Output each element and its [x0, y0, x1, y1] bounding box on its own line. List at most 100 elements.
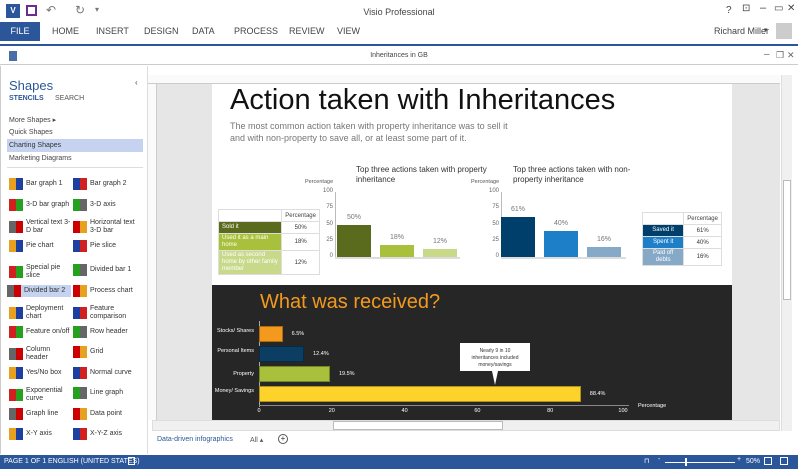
- search-tab[interactable]: SEARCH: [55, 95, 84, 102]
- close-button[interactable]: ✕: [787, 3, 795, 14]
- horizontal-scroll-thumb[interactable]: [333, 421, 503, 430]
- shape-deployment-chart[interactable]: Deployment chart: [9, 305, 73, 321]
- add-page-button[interactable]: +: [278, 434, 288, 444]
- shape-label: Special pie slice: [26, 264, 61, 279]
- language-indicator[interactable]: ENGLISH (UNITED STATES): [48, 458, 140, 465]
- tab-insert[interactable]: INSERT: [96, 26, 129, 36]
- tab-data[interactable]: DATA: [192, 26, 215, 36]
- vertical-scrollbar[interactable]: [781, 75, 792, 431]
- y-tick-label: 0: [495, 253, 499, 259]
- shape-pie-chart[interactable]: Pie chart: [9, 239, 73, 252]
- user-name[interactable]: Richard Miller: [714, 26, 769, 36]
- shape-process-chart[interactable]: Process chart: [73, 284, 137, 297]
- stencils-tab[interactable]: STENCILS: [9, 95, 44, 102]
- stencil-marketing-diagrams[interactable]: Marketing Diagrams: [9, 155, 72, 162]
- minimize-button[interactable]: –: [760, 2, 766, 14]
- shape-line-graph[interactable]: Line graph: [73, 387, 137, 399]
- zoom-slider-thumb[interactable]: [685, 458, 687, 466]
- x-axis-line: [259, 405, 629, 406]
- shape-label: Row header: [90, 327, 128, 335]
- stencil-charting-shapes[interactable]: Charting Shapes: [7, 139, 143, 152]
- tab-process[interactable]: PROCESS: [234, 26, 278, 36]
- data-point-icon: [73, 407, 87, 420]
- shape-exponential-curve[interactable]: Exponential curve: [9, 387, 73, 403]
- shape-graph-line[interactable]: Graph line: [9, 407, 73, 420]
- help-button[interactable]: ?: [726, 5, 732, 16]
- stencil-more-shapes[interactable]: More Shapes ▸: [9, 116, 56, 124]
- shape-x-y-z-axis[interactable]: X-Y-Z axis: [73, 428, 137, 440]
- shape-pie-slice[interactable]: Pie slice: [73, 239, 137, 252]
- chart-title: Top three actions taken with non-propert…: [513, 165, 631, 184]
- page-indicator[interactable]: PAGE 1 OF 1: [4, 458, 46, 465]
- zoom-out-button[interactable]: -: [658, 456, 660, 463]
- user-dropdown-icon[interactable]: ▾: [764, 26, 768, 34]
- x-tick-label: 0: [257, 408, 261, 414]
- shape-3-d-axis[interactable]: 3-D axis: [73, 198, 137, 211]
- tab-home[interactable]: HOME: [52, 26, 79, 36]
- shape-yes-no-box[interactable]: Yes/No box: [9, 366, 73, 379]
- page-heading: Action taken with Inheritances: [230, 84, 616, 116]
- shape-data-point[interactable]: Data point: [73, 407, 137, 420]
- page-tab-data-driven-infographics[interactable]: Data-driven infographics: [157, 436, 233, 443]
- bar: [259, 386, 581, 402]
- line-graph-icon: [73, 387, 87, 399]
- shape-divided-bar-1[interactable]: Divided bar 1: [73, 264, 137, 276]
- maximize-button[interactable]: ▭: [774, 3, 783, 14]
- switch-windows-icon[interactable]: [780, 457, 788, 465]
- stencil-quick-shapes[interactable]: Quick Shapes: [9, 129, 53, 136]
- shape-label: Process chart: [90, 286, 133, 294]
- callout: Nearly 9 in 10 inheritances included mon…: [460, 343, 530, 371]
- ribbon-display-button[interactable]: ⊡: [742, 3, 750, 14]
- zoom-slider[interactable]: [665, 462, 735, 463]
- shape-feature-comparison[interactable]: Feature comparison: [73, 305, 137, 321]
- zoom-level[interactable]: 50%: [746, 458, 760, 465]
- shape-divided-bar-2[interactable]: Divided bar 2: [7, 284, 71, 297]
- shape-column-header[interactable]: Column header: [9, 346, 73, 362]
- shape-bar-graph-2[interactable]: Bar graph 2: [73, 178, 137, 190]
- callout-pointer: [492, 371, 498, 385]
- shape-3-d-bar-graph[interactable]: 3-D bar graph: [9, 198, 73, 211]
- shape-vertical-text-3-d-bar[interactable]: Vertical text 3-D bar: [9, 219, 73, 235]
- collapse-panel-icon[interactable]: ‹: [135, 78, 138, 87]
- process-chart-icon: [73, 284, 87, 297]
- all-pages-button[interactable]: All ▴: [250, 436, 263, 444]
- tab-view[interactable]: VIEW: [337, 26, 360, 36]
- presentation-mode-icon[interactable]: ⊓: [644, 457, 649, 465]
- tab-review[interactable]: REVIEW: [289, 26, 325, 36]
- shape-bar-graph-1[interactable]: Bar graph 1: [9, 178, 73, 190]
- shape-label: Graph line: [26, 409, 59, 417]
- category-label: Sold it: [217, 221, 283, 234]
- macro-icon[interactable]: [128, 457, 135, 465]
- file-tab[interactable]: FILE: [0, 22, 40, 41]
- x-y-axis-icon: [9, 428, 23, 440]
- x-tick-label: 100: [618, 408, 628, 414]
- fit-page-icon[interactable]: [764, 457, 772, 465]
- vertical-text-3-d-bar-icon: [9, 221, 23, 233]
- normal-curve-icon: [73, 366, 87, 379]
- shape-special-pie-slice[interactable]: Special pie slice: [9, 264, 73, 280]
- bar: [380, 245, 414, 257]
- table-row: Used as second home by other family memb…: [217, 250, 320, 275]
- avatar[interactable]: [776, 23, 792, 39]
- bar-value-label: 88.4%: [589, 391, 606, 397]
- shape-normal-curve[interactable]: Normal curve: [73, 366, 137, 379]
- shape-row-header[interactable]: Row header: [73, 325, 137, 338]
- tab-design[interactable]: DESIGN: [144, 26, 179, 36]
- 3-d-bar-graph-icon: [9, 198, 23, 211]
- x-axis-line: [335, 257, 460, 259]
- shape-feature-on-off[interactable]: Feature on/off: [9, 325, 73, 338]
- more-shapes-label: More Shapes: [9, 117, 51, 124]
- horizontal-scrollbar[interactable]: [152, 420, 780, 431]
- zoom-in-button[interactable]: +: [737, 456, 741, 463]
- doc-minimize-button[interactable]: –: [764, 49, 770, 60]
- received-section: What was received? Stocks/ Shares 6.5% Per…: [212, 285, 732, 420]
- vertical-scroll-thumb[interactable]: [783, 180, 791, 300]
- shape-grid[interactable]: Grid: [73, 346, 137, 358]
- y-tick-label: 100: [488, 188, 499, 194]
- doc-restore-button[interactable]: ❐: [776, 50, 784, 61]
- category-label: Stocks/ Shares: [217, 328, 254, 334]
- shape-horizontal-text-3-d-bar[interactable]: Horizontal text 3-D bar: [73, 219, 137, 235]
- shape-x-y-axis[interactable]: X-Y axis: [9, 428, 73, 440]
- doc-close-button[interactable]: ✕: [787, 50, 795, 61]
- horizontal-ruler: [148, 75, 780, 84]
